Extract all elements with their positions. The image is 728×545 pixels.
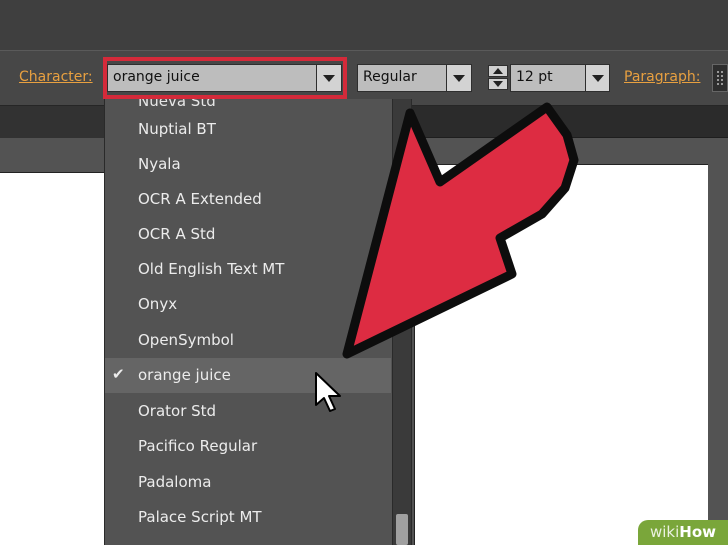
mouse-cursor-icon bbox=[315, 372, 341, 412]
watermark-wiki: wiki bbox=[649, 523, 680, 541]
wikihow-watermark: wikiHow bbox=[638, 520, 728, 545]
watermark-how: How bbox=[679, 523, 716, 541]
pointer-arrow-icon bbox=[342, 102, 579, 359]
